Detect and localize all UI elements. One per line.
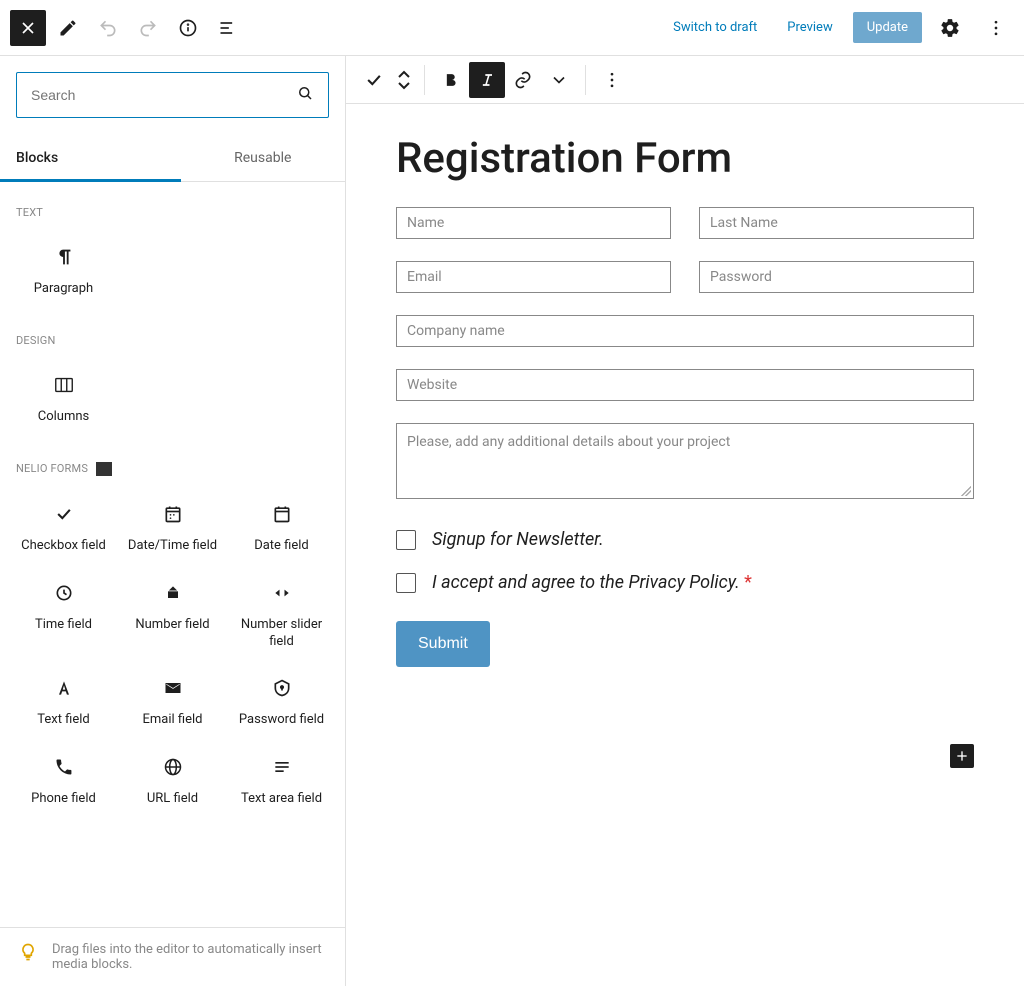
field-name[interactable]: Name xyxy=(396,207,671,239)
preview-button[interactable]: Preview xyxy=(777,14,842,41)
calendar-icon xyxy=(272,502,292,526)
field-last-name[interactable]: Last Name xyxy=(699,207,974,239)
block-time-field[interactable]: Time field xyxy=(10,567,117,661)
field-password[interactable]: Password xyxy=(699,261,974,293)
block-toolbar xyxy=(346,56,1024,104)
more-format-button[interactable] xyxy=(541,62,577,98)
edit-icon[interactable] xyxy=(50,10,86,46)
required-mark: * xyxy=(744,572,752,593)
undo-button[interactable] xyxy=(90,10,126,46)
italic-button[interactable] xyxy=(469,62,505,98)
globe-icon xyxy=(163,755,183,779)
switch-to-draft-button[interactable]: Switch to draft xyxy=(663,14,767,41)
columns-icon xyxy=(53,373,75,397)
submit-button[interactable]: Submit xyxy=(396,621,490,667)
inserter-hint: Drag files into the editor to automatica… xyxy=(0,927,345,986)
editor-canvas[interactable]: Registration Form Name Last Name Email P… xyxy=(346,104,1024,986)
field-company[interactable]: Company name xyxy=(396,315,974,347)
section-header-design: DESIGN xyxy=(0,320,345,355)
link-button[interactable] xyxy=(505,62,541,98)
field-email[interactable]: Email xyxy=(396,261,671,293)
add-block-button[interactable] xyxy=(950,744,974,768)
section-header-text: TEXT xyxy=(0,192,345,227)
info-button[interactable] xyxy=(170,10,206,46)
slider-icon xyxy=(272,581,292,605)
phone-icon xyxy=(54,755,74,779)
form-plugin-icon xyxy=(96,462,112,476)
search-icon xyxy=(296,84,314,106)
tab-reusable[interactable]: Reusable xyxy=(181,134,346,181)
tab-blocks[interactable]: Blocks xyxy=(0,134,181,181)
block-number-slider-field[interactable]: Number slider field xyxy=(228,567,335,661)
section-header-forms: NELIO FORMS xyxy=(0,448,345,484)
block-textarea-field[interactable]: Text area field xyxy=(228,741,335,818)
redo-button[interactable] xyxy=(130,10,166,46)
block-url-field[interactable]: URL field xyxy=(119,741,226,818)
block-date-field[interactable]: Date field xyxy=(228,488,335,565)
check-icon xyxy=(54,502,74,526)
block-options-button[interactable] xyxy=(594,62,630,98)
paragraph-icon xyxy=(53,245,75,269)
block-email-field[interactable]: Email field xyxy=(119,662,226,739)
page-title[interactable]: Registration Form xyxy=(396,134,974,183)
checkbox-privacy-label[interactable]: I accept and agree to the Privacy Policy… xyxy=(432,572,752,593)
block-columns[interactable]: Columns xyxy=(10,359,117,436)
tab-blocks-label: Blocks xyxy=(16,150,58,166)
clock-icon xyxy=(54,581,74,605)
search-input[interactable] xyxy=(31,87,296,103)
block-inserter-panel: Blocks Reusable TEXT Paragraph DESIGN xyxy=(0,56,346,986)
update-button[interactable]: Update xyxy=(853,12,922,43)
block-datetime-field[interactable]: Date/Time field xyxy=(119,488,226,565)
text-icon xyxy=(54,676,74,700)
close-inserter-button[interactable] xyxy=(10,10,46,46)
number-icon xyxy=(163,581,183,605)
checkbox-newsletter[interactable] xyxy=(396,530,416,550)
textarea-icon xyxy=(272,755,292,779)
block-checkbox-field[interactable]: Checkbox field xyxy=(10,488,117,565)
field-website[interactable]: Website xyxy=(396,369,974,401)
calendar-time-icon xyxy=(163,502,183,526)
field-details[interactable]: Please, add any additional details about… xyxy=(396,423,974,499)
block-phone-field[interactable]: Phone field xyxy=(10,741,117,818)
email-icon xyxy=(163,676,183,700)
block-number-field[interactable]: Number field xyxy=(119,567,226,661)
select-parent-button[interactable] xyxy=(356,62,392,98)
password-icon xyxy=(272,676,292,700)
settings-button[interactable] xyxy=(932,10,968,46)
bold-button[interactable] xyxy=(433,62,469,98)
checkbox-newsletter-label[interactable]: Signup for Newsletter. xyxy=(432,529,604,550)
checkbox-privacy[interactable] xyxy=(396,573,416,593)
bulb-icon xyxy=(18,942,38,972)
hint-text: Drag files into the editor to automatica… xyxy=(52,942,327,972)
block-search-box[interactable] xyxy=(16,72,329,118)
tab-reusable-label: Reusable xyxy=(234,150,291,166)
block-password-field[interactable]: Password field xyxy=(228,662,335,739)
block-text-field[interactable]: Text field xyxy=(10,662,117,739)
outline-button[interactable] xyxy=(210,10,246,46)
move-up-down-button[interactable] xyxy=(392,70,416,90)
block-paragraph[interactable]: Paragraph xyxy=(10,231,117,308)
more-menu-button[interactable] xyxy=(978,10,1014,46)
